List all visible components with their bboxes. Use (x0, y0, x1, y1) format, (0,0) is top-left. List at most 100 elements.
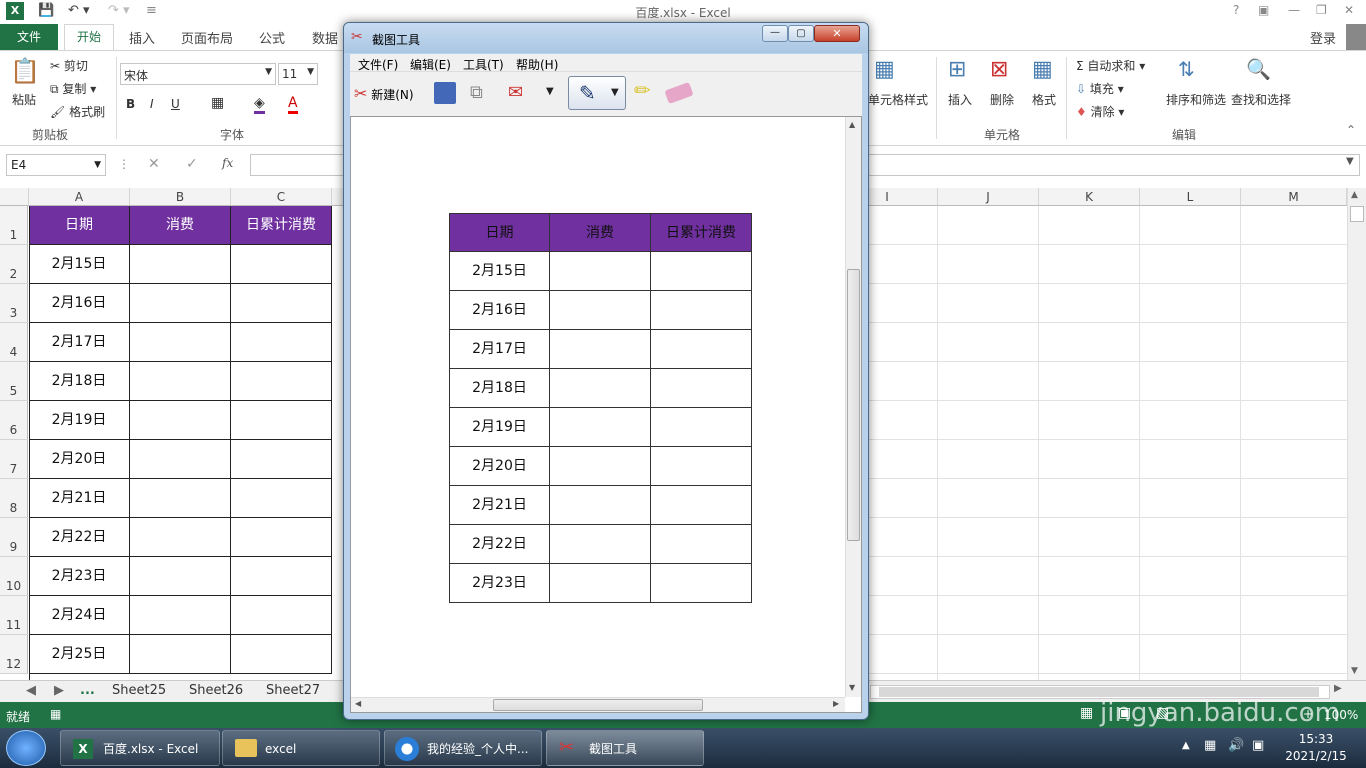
table-cell[interactable] (130, 440, 231, 479)
zoom-in-icon[interactable]: + (1303, 707, 1313, 721)
taskbar-browser[interactable]: 我的经验_个人中... (384, 730, 542, 766)
collapse-ribbon-icon[interactable]: ⌃ (1346, 123, 1356, 137)
snip-menu-tools[interactable]: 工具(T) (463, 56, 504, 73)
column-header-l[interactable]: L (1140, 188, 1241, 206)
table-cell[interactable] (130, 284, 231, 323)
table-cell[interactable] (130, 518, 231, 557)
find-select-icon[interactable]: 🔍 (1246, 57, 1271, 81)
table-cell[interactable] (231, 557, 332, 596)
login-link[interactable]: 登录 (1310, 28, 1336, 47)
column-header-b[interactable]: B (130, 188, 231, 206)
paste-icon[interactable]: 📋 (10, 57, 40, 85)
row-header[interactable]: 3 (0, 284, 28, 323)
snip-scroll-right-icon[interactable]: ▶ (833, 699, 839, 708)
start-button-icon[interactable] (6, 730, 46, 766)
next-sheet-icon[interactable]: ▶ (54, 683, 64, 698)
row-header[interactable]: 8 (0, 479, 28, 518)
help-button[interactable]: ? (1233, 3, 1239, 17)
snip-pen-button[interactable]: ✎ ▼ (568, 76, 626, 110)
ribbon-display-icon[interactable]: ▣ (1258, 3, 1269, 17)
underline-button[interactable]: U (171, 97, 180, 111)
account-icon[interactable] (1346, 24, 1366, 50)
clock-date[interactable]: 2021/2/15 (1278, 749, 1354, 763)
snip-copy-icon[interactable]: ⧉ (470, 82, 483, 103)
date-cell[interactable]: 2月24日 (29, 596, 130, 635)
clock-time[interactable]: 15:33 (1286, 732, 1346, 746)
snip-horizontal-scrollbar[interactable]: ◀ ▶ (351, 697, 845, 712)
table-cell[interactable] (231, 479, 332, 518)
table-cell[interactable] (130, 401, 231, 440)
table-cell[interactable] (231, 245, 332, 284)
table-cell[interactable] (130, 362, 231, 401)
snip-maximize-button[interactable]: ▢ (788, 25, 814, 42)
table-cell[interactable] (130, 323, 231, 362)
close-button[interactable]: ✕ (1344, 3, 1354, 17)
table-cell[interactable] (231, 401, 332, 440)
date-cell[interactable]: 2月15日 (29, 245, 130, 284)
row-header[interactable]: 7 (0, 440, 28, 479)
table-cell[interactable] (130, 479, 231, 518)
borders-icon[interactable]: ▦ (211, 95, 224, 111)
delete-cells-button[interactable]: 删除 (990, 91, 1014, 108)
macro-record-icon[interactable]: ▦ (50, 707, 61, 721)
more-sheets-button[interactable]: ... (80, 683, 95, 698)
delete-cells-icon[interactable]: ⊠ (990, 57, 1008, 82)
date-cell[interactable]: 2月21日 (29, 479, 130, 518)
snip-vertical-scrollbar[interactable]: ▲ ▼ (845, 117, 861, 697)
table-cell[interactable] (231, 362, 332, 401)
enter-formula-icon[interactable]: ✓ (186, 156, 198, 172)
vertical-scrollbar[interactable]: ▲ ▼ (1347, 188, 1366, 680)
table-cell[interactable] (231, 596, 332, 635)
font-size-select[interactable]: 11 ▼ (278, 63, 318, 85)
row-header[interactable]: 12 (0, 635, 28, 674)
sort-filter-button[interactable]: 排序和筛选 (1166, 91, 1226, 108)
table-cell[interactable] (130, 635, 231, 674)
taskbar-snipping-tool[interactable]: ✂ 截图工具 (546, 730, 704, 766)
date-cell[interactable]: 2月19日 (29, 401, 130, 440)
snip-scroll-left-icon[interactable]: ◀ (355, 699, 361, 708)
column-header-j[interactable]: J (938, 188, 1039, 206)
table-cell[interactable] (130, 245, 231, 284)
font-name-select[interactable]: 宋体 ▼ (120, 63, 276, 85)
row-header[interactable]: 6 (0, 401, 28, 440)
snip-horizontal-thumb[interactable] (493, 699, 703, 711)
format-painter-button[interactable]: 🖌 格式刷 (50, 103, 105, 120)
paste-button[interactable]: 粘贴 (12, 91, 36, 108)
header-cell[interactable]: 日期 (29, 206, 130, 245)
italic-button[interactable]: I (150, 97, 154, 111)
snip-send-dropdown-icon[interactable]: ▼ (546, 86, 554, 97)
table-cell[interactable] (231, 440, 332, 479)
action-center-icon[interactable]: ▣ (1252, 738, 1264, 753)
network-icon[interactable]: ▦ (1204, 738, 1216, 753)
column-header-c[interactable]: C (231, 188, 332, 206)
tab-file[interactable]: 文件 (0, 24, 58, 50)
date-cell[interactable]: 2月17日 (29, 323, 130, 362)
format-cells-button[interactable]: 格式 (1032, 91, 1056, 108)
row-header[interactable]: 4 (0, 323, 28, 362)
horizontal-scrollbar[interactable] (870, 685, 1330, 699)
header-cell[interactable]: 日累计消费 (231, 206, 332, 245)
row-header[interactable]: 11 (0, 596, 28, 635)
sheet-tab-27[interactable]: Sheet27 (266, 683, 320, 698)
taskbar-excel[interactable]: X 百度.xlsx - Excel (60, 730, 220, 766)
sheet-tab-26[interactable]: Sheet26 (189, 683, 243, 698)
scroll-up-icon[interactable]: ▲ (1351, 190, 1358, 200)
row-header[interactable]: 2 (0, 245, 28, 284)
row-header[interactable]: 10 (0, 557, 28, 596)
insert-cells-button[interactable]: 插入 (948, 91, 972, 108)
show-hidden-icons[interactable]: ▲ (1182, 740, 1190, 751)
cancel-formula-icon[interactable]: ✕ (148, 156, 160, 172)
highlighter-icon[interactable]: ✏ (634, 78, 651, 102)
column-header-a[interactable]: A (29, 188, 130, 206)
cell-styles-button[interactable]: 单元格样式 (868, 91, 928, 108)
table-cell[interactable] (231, 323, 332, 362)
select-all-corner[interactable] (0, 188, 29, 206)
format-cells-icon[interactable]: ▦ (1032, 57, 1053, 82)
normal-view-icon[interactable]: ▦ (1080, 705, 1093, 721)
date-cell[interactable]: 2月25日 (29, 635, 130, 674)
sort-filter-icon[interactable]: ⇅ (1178, 57, 1195, 81)
snip-scroll-thumb[interactable] (847, 269, 860, 541)
row-header[interactable]: 5 (0, 362, 28, 401)
snip-menu-file[interactable]: 文件(F) (358, 56, 398, 73)
copy-button[interactable]: ⧉ 复制 ▾ (50, 80, 96, 97)
